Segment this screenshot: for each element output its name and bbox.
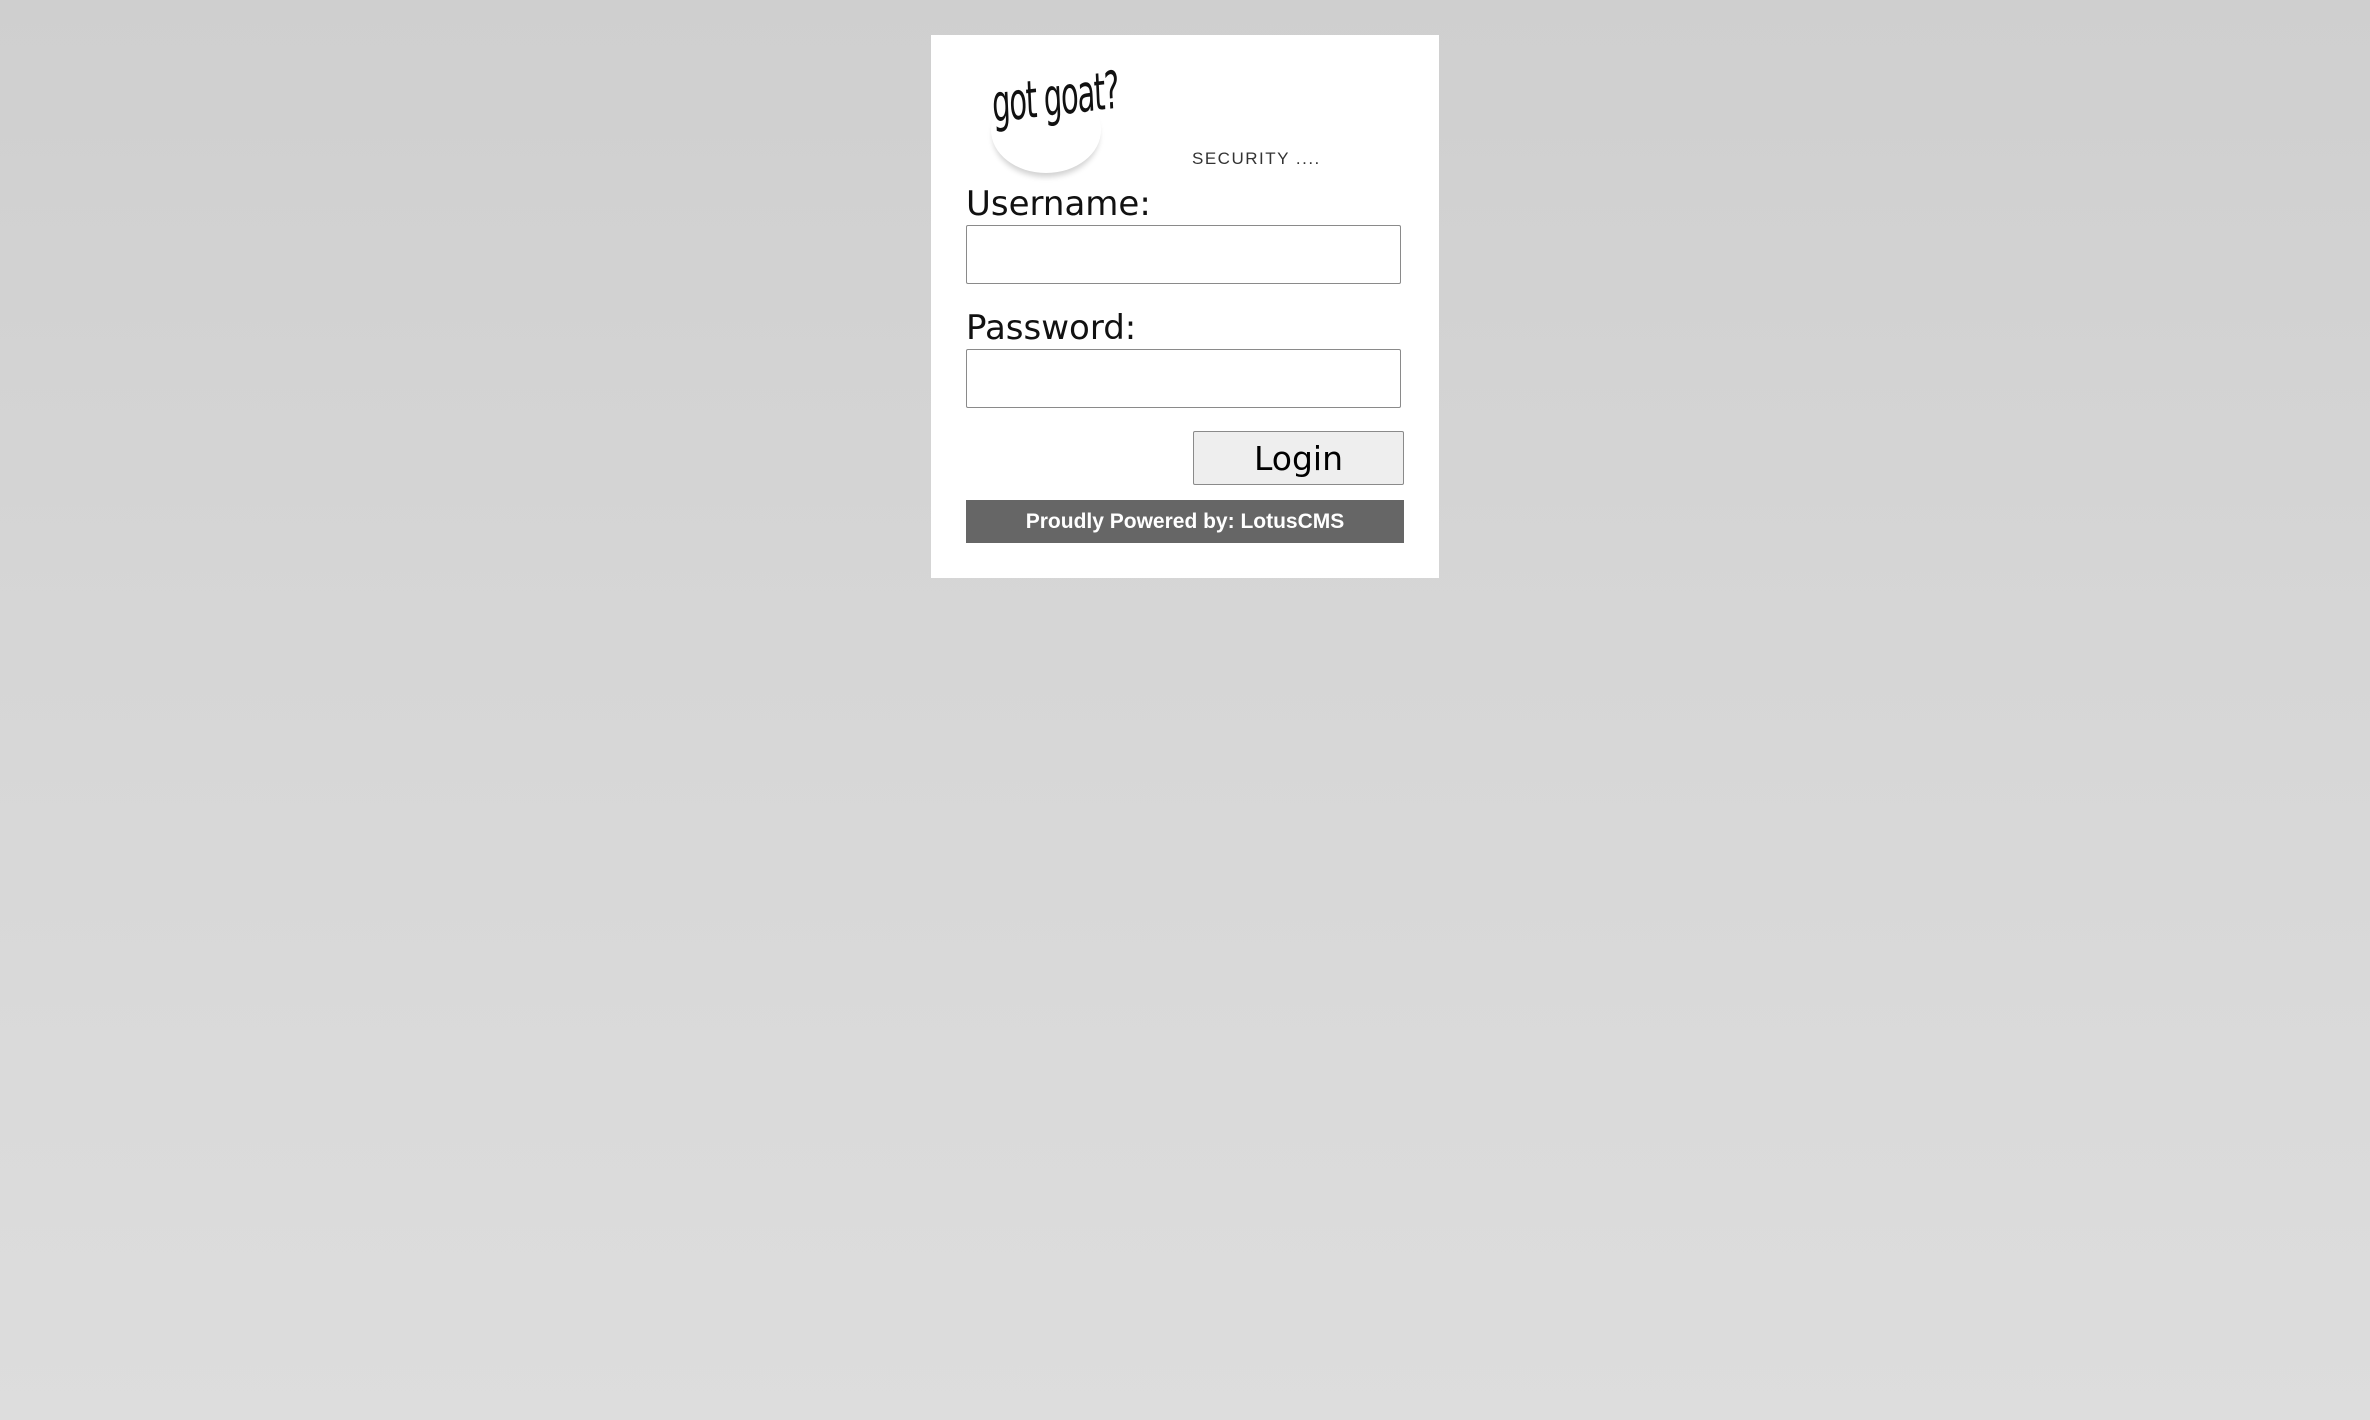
username-label: Username: <box>966 184 1151 224</box>
password-label: Password: <box>966 308 1137 348</box>
logo: got goat? <box>991 61 1119 173</box>
tagline: SECURITY .... <box>1192 149 1321 168</box>
powered-by-bar: Proudly Powered by: LotusCMS <box>966 500 1404 543</box>
login-button[interactable]: Login <box>1193 431 1404 485</box>
login-panel: got goat? SECURITY .... Username: Passwo… <box>931 35 1439 578</box>
username-field[interactable] <box>966 225 1401 284</box>
powered-by-text: Proudly Powered by: LotusCMS <box>1025 509 1345 533</box>
logo-text: got goat? <box>990 60 1120 135</box>
password-field[interactable] <box>966 349 1401 408</box>
